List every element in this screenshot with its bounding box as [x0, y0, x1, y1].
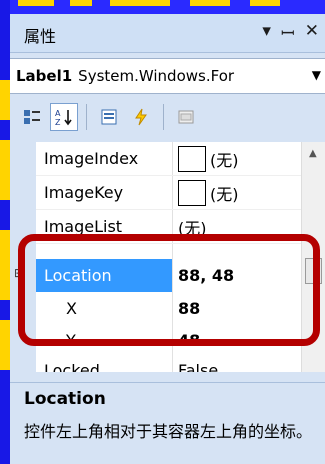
property-value: 88, 48	[178, 266, 235, 285]
alphabetical-icon[interactable]: AZ	[50, 103, 78, 131]
property-value: 48	[178, 331, 201, 350]
property-row-imagekey[interactable]: ImageKey (无)	[36, 176, 301, 209]
properties-panel: 属性 ▾ ꟷ ✕ Label1 System.Windows.For ▼ AZ	[10, 14, 325, 464]
grid-gutter	[10, 142, 36, 372]
property-value-cell: (无)	[172, 179, 301, 206]
decorative-frame-top	[0, 0, 325, 14]
selected-object-name: Label1	[16, 67, 73, 85]
row-divider	[36, 243, 301, 244]
frame-stripe	[0, 320, 10, 370]
svg-text:Z: Z	[55, 118, 61, 127]
property-row-imageindex[interactable]: ImageIndex (无)	[36, 142, 301, 175]
property-name: Y	[66, 331, 76, 350]
property-value-cell: (无)	[172, 145, 301, 172]
property-name: Locked	[44, 361, 100, 372]
property-name: ImageKey	[44, 183, 124, 202]
frame-stripe	[250, 0, 280, 6]
property-name: Location	[36, 259, 172, 292]
titlebar-controls: ▾ ꟷ ✕	[262, 21, 319, 44]
svg-text:A: A	[55, 109, 61, 118]
property-row-imagelist[interactable]: ImageList (无)	[36, 210, 301, 243]
toolbar-separator	[163, 104, 164, 130]
frame-stripe	[18, 0, 54, 6]
description-title: Location	[24, 389, 106, 409]
vertical-scrollbar[interactable]: ▲	[301, 142, 325, 372]
property-row-location[interactable]: Location 88, 48	[36, 259, 301, 292]
property-pages-icon[interactable]	[172, 103, 200, 131]
property-row-x[interactable]: X 88	[36, 292, 301, 325]
panel-title: 属性	[24, 27, 57, 46]
categorized-icon[interactable]	[18, 103, 46, 131]
object-selector[interactable]: Label1 System.Windows.For ▼	[10, 58, 325, 94]
selected-object-type: System.Windows.For	[78, 67, 235, 85]
property-row-y[interactable]: Y 48	[36, 324, 301, 357]
frame-stripe	[110, 0, 170, 6]
frame-stripe	[70, 0, 92, 6]
property-name: X	[66, 299, 77, 318]
events-icon[interactable]	[127, 103, 155, 131]
scrollbar-thumb[interactable]	[305, 258, 322, 284]
pin-icon[interactable]: ꟷ	[281, 21, 295, 44]
frame-stripe	[0, 80, 10, 120]
property-value: (无)	[178, 218, 207, 238]
property-value: (无)	[210, 150, 239, 170]
decorative-frame-left	[0, 0, 10, 464]
property-row-locked[interactable]: Locked False	[36, 354, 301, 372]
close-icon[interactable]: ✕	[305, 21, 319, 44]
panel-titlebar: 属性 ▾ ꟷ ✕	[10, 14, 325, 53]
properties-icon[interactable]	[95, 103, 123, 131]
image-swatch	[178, 179, 206, 206]
description-pane: Location 控件左上角相对于其容器左上角的坐标。	[10, 382, 325, 464]
frame-stripe	[0, 230, 10, 300]
toolbar-separator	[86, 104, 87, 130]
frame-stripe	[190, 0, 230, 6]
properties-toolbar: AZ	[10, 96, 325, 138]
scroll-up-icon[interactable]: ▲	[309, 148, 317, 159]
property-grid: ⊟ ImageIndex (无) ImageKey (无) ImageList …	[10, 142, 325, 372]
property-name: ImageIndex	[44, 149, 139, 168]
image-swatch	[178, 145, 206, 172]
description-text: 控件左上角相对于其容器左上角的坐标。	[24, 422, 313, 441]
dropdown-arrow-icon[interactable]: ▾	[262, 21, 271, 44]
frame-stripe	[0, 140, 10, 200]
property-value: False	[178, 361, 219, 372]
collapse-toggle-icon[interactable]: ⊟	[14, 266, 24, 280]
property-value: (无)	[210, 184, 239, 204]
chevron-down-icon[interactable]: ▼	[312, 68, 321, 82]
property-name: ImageList	[44, 217, 123, 236]
property-value: 88	[178, 299, 201, 318]
